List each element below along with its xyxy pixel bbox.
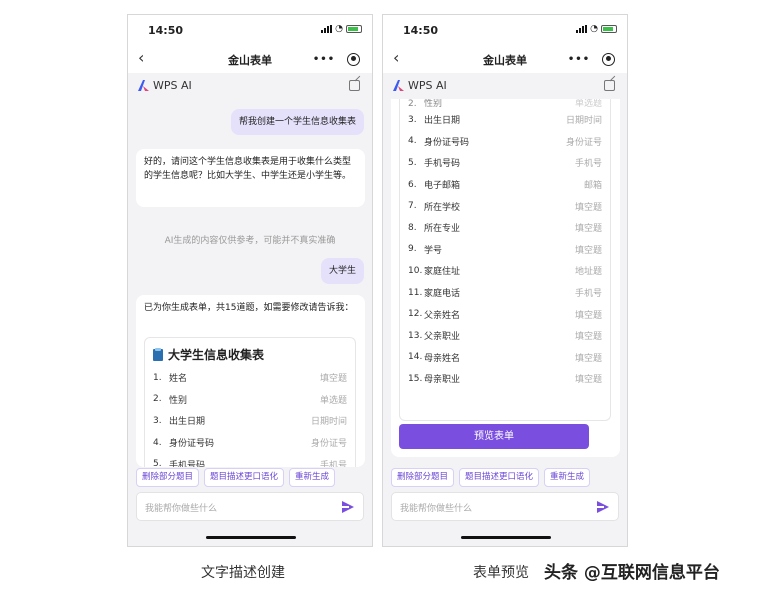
wps-ai-logo-icon (393, 80, 404, 91)
list-item: 3. 出生日期 日期时间 (153, 415, 347, 428)
ai-title: WPS AI (408, 79, 447, 92)
edit-icon[interactable] (604, 80, 615, 91)
list-item: 4. 身份证号码 身份证号 (408, 136, 602, 148)
chat-input[interactable]: 我能帮你做些什么 (391, 492, 619, 521)
list-item: 8. 所在专业 填空题 (408, 222, 602, 235)
signal-icon (321, 25, 333, 33)
list-item: 5. 手机号码 手机号 (153, 459, 347, 467)
status-time: 14:50 (148, 24, 184, 37)
mini-program-capsule: ••• (566, 48, 620, 70)
chat-input-placeholder: 我能帮你做些什么 (145, 504, 218, 514)
caption-right: 表单预览 (473, 565, 529, 581)
wifi-icon: ◔ (590, 24, 598, 34)
list-item: 6. 电子邮箱 邮箱 (408, 179, 602, 192)
more-icon[interactable]: ••• (311, 54, 337, 65)
close-target-icon[interactable] (602, 52, 615, 66)
watermark: 头条 @互联网信息平台 (544, 563, 720, 583)
list-item-partial: 2. 性别 单选题 (408, 99, 602, 109)
delete-questions-button[interactable]: 删除部分题目 (136, 468, 200, 487)
caption-left: 文字描述创建 (201, 565, 285, 581)
send-icon[interactable] (597, 501, 609, 513)
list-item: 7. 所在学校 填空题 (408, 201, 602, 213)
ai-message-text: 已为你生成表单，共15道题，如需要修改请告诉我： (144, 303, 354, 313)
ai-title: WPS AI (153, 79, 192, 92)
status-bar: 14:50 ◔ (383, 15, 627, 45)
preview-form-button[interactable]: 预览表单 (399, 424, 589, 449)
ai-message: 好的，请问这个学生信息收集表是用于收集什么类型的学生信息呢？比如大学生、中学生还… (136, 149, 365, 207)
quick-actions: 删除部分题目 题目描述更口语化 重新生成 (136, 468, 336, 487)
chat-input[interactable]: 我能帮你做些什么 (136, 492, 364, 521)
list-item: 12. 父亲姓名 填空题 (408, 309, 602, 321)
home-indicator (461, 536, 551, 539)
mini-program-capsule: ••• (311, 48, 365, 70)
user-message: 帮我创建一个学生信息收集表 (230, 109, 364, 135)
send-icon[interactable] (342, 501, 354, 513)
status-bar: 14:50 ◔ (128, 15, 372, 45)
more-icon[interactable]: ••• (566, 54, 592, 65)
list-item: 11. 家庭电话 手机号 (408, 287, 602, 300)
status-time: 14:50 (403, 24, 439, 37)
list-item: 2. 性别 单选题 (153, 394, 347, 406)
nav-bar: ‹ 金山表单 ••• (128, 45, 372, 73)
list-item: 10. 家庭住址 地址题 (408, 265, 602, 278)
colloquial-description-button[interactable]: 题目描述更口语化 (459, 468, 540, 487)
colloquial-description-button[interactable]: 题目描述更口语化 (204, 468, 285, 487)
chat-input-placeholder: 我能帮你做些什么 (400, 504, 473, 514)
form-title: 大学生信息收集表 (168, 348, 265, 362)
wifi-icon: ◔ (335, 24, 343, 34)
ai-header: WPS AI (383, 73, 627, 99)
signal-icon (576, 25, 588, 33)
home-indicator (206, 536, 296, 539)
close-target-icon[interactable] (347, 52, 360, 66)
user-message: 大学生 (320, 258, 364, 284)
list-item: 1. 姓名 填空题 (153, 372, 347, 385)
phone-screen-left: 14:50 ◔ ‹ 金山表单 ••• WPS AI 帮我创建一个学生信息收集表 … (127, 14, 373, 547)
battery-icon (601, 25, 617, 33)
clipboard-icon (153, 347, 163, 361)
regenerate-button[interactable]: 重新生成 (289, 468, 336, 487)
ai-header: WPS AI (128, 73, 372, 99)
list-item: 15. 母亲职业 填空题 (408, 373, 602, 386)
regenerate-button[interactable]: 重新生成 (544, 468, 591, 487)
phone-screen-right: 14:50 ◔ ‹ 金山表单 ••• WPS AI 2. 性别 单选题 3. 出生日期… (382, 14, 628, 547)
edit-icon[interactable] (349, 80, 360, 91)
list-item: 4. 身份证号码 身份证号 (153, 437, 347, 450)
form-card[interactable]: 2. 性别 单选题 3. 出生日期 日期时间 4. 身份证号码 身份证号 5. 手机号码 手机号… (399, 99, 611, 421)
wps-ai-logo-icon (138, 80, 149, 91)
list-item: 9. 学号 填空题 (408, 244, 602, 256)
list-item: 5. 手机号码 手机号 (408, 157, 602, 170)
battery-icon (346, 25, 362, 33)
form-card[interactable]: 大学生信息收集表 1. 姓名 填空题 2. 性别 单选题 3. 出生日期 日期时间 4. 身份… (144, 337, 356, 467)
list-item: 13. 父亲职业 填空题 (408, 330, 602, 343)
quick-actions: 删除部分题目 题目描述更口语化 重新生成 (391, 468, 591, 487)
ai-disclaimer: AI生成的内容仅供参考，可能并不真实准确 (164, 236, 336, 246)
delete-questions-button[interactable]: 删除部分题目 (391, 468, 455, 487)
list-item: 3. 出生日期 日期时间 (408, 114, 602, 127)
list-item: 14. 母亲姓名 填空题 (408, 352, 602, 364)
nav-bar: ‹ 金山表单 ••• (383, 45, 627, 73)
